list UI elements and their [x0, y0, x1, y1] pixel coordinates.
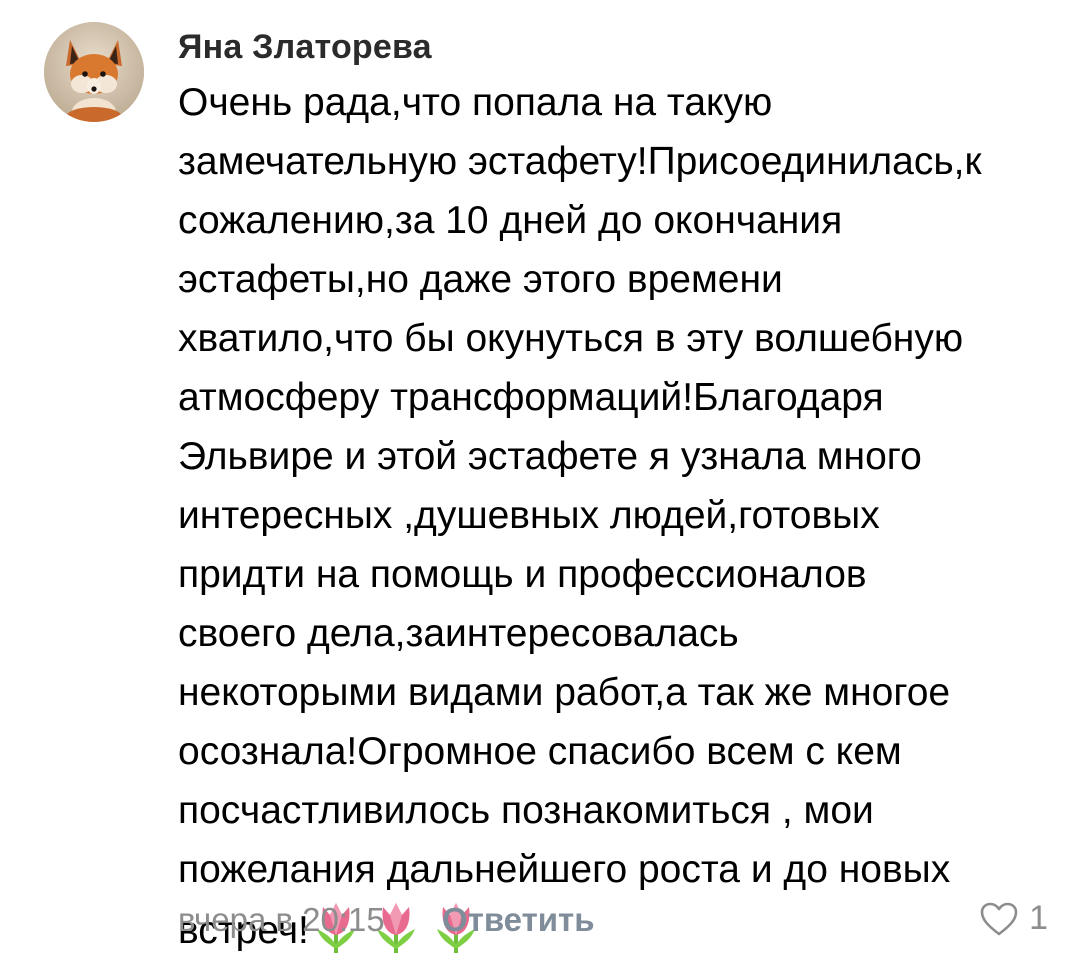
comment-item: Яна Златорева Очень рада,что попала на т…	[0, 0, 1080, 953]
comment-line: посчастливилось познакомиться , мои	[178, 789, 874, 832]
comment-line: хватило,что бы окунуться в эту волшебную	[178, 317, 964, 360]
reply-button[interactable]: Ответить	[442, 901, 595, 939]
comment-line: эстафеты,но даже этого времени	[178, 258, 783, 301]
like-button[interactable]: 1	[979, 899, 1048, 938]
comment-line: пожелания дальнейшего роста и до новых	[178, 848, 951, 891]
comment-line: интересных ,душевных людей,готовых	[178, 494, 880, 537]
comment-line: замечательную эстафету!Присоединилась,к	[178, 140, 982, 183]
comment-footer: вчера в 20:15 Ответить 1	[178, 895, 1048, 939]
comment-timestamp: вчера в 20:15	[178, 901, 385, 938]
comment-line: придти на помощь и профессионалов	[178, 553, 867, 596]
comment-line: Эльвире и этой эстафете я узнала много	[178, 435, 922, 478]
comment-line: осознала!Огромное спасибо всем с кем	[178, 730, 902, 773]
comment-line: Очень рада,что попала на такую	[178, 81, 773, 124]
comment-text: Очень рада,что попала на такую замечател…	[178, 73, 1038, 958]
comment-line: атмосферу трансформаций!Благодаря	[178, 376, 884, 419]
author-avatar[interactable]	[44, 22, 144, 122]
heart-outline-icon	[980, 902, 1018, 935]
comment-line: своего дела,заинтересовалась	[178, 612, 739, 655]
author-name[interactable]: Яна Златорева	[178, 28, 432, 67]
fox-avatar-icon	[44, 22, 144, 122]
comment-line: сожалению,за 10 дней до окончания	[178, 199, 843, 242]
comment-line: некоторыми видами работ,а так же многое	[178, 671, 951, 714]
like-count: 1	[1029, 899, 1048, 937]
